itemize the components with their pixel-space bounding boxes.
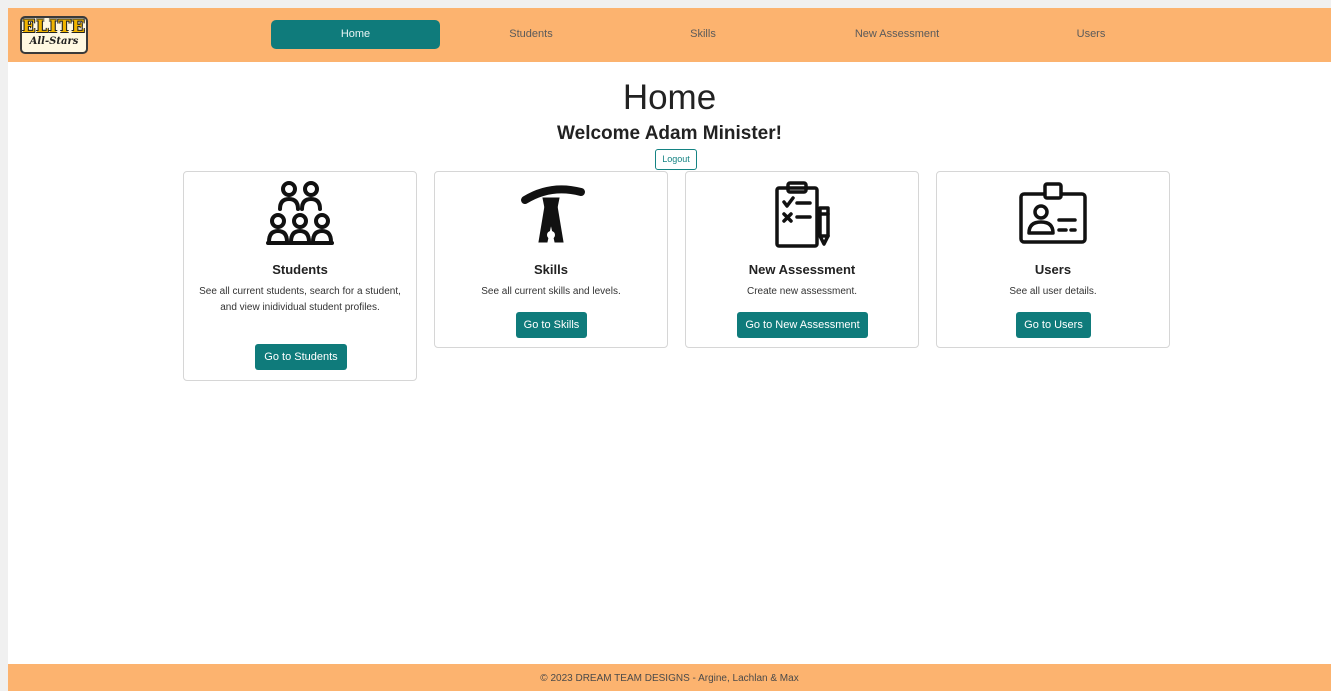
skills-card-description: See all current skills and levels. — [481, 286, 621, 297]
gymnast-handstand-icon — [435, 178, 667, 256]
students-card-description: See all current students, search for a s… — [199, 286, 401, 313]
app-window: ELITE All-Stars Home Students Skills New… — [8, 8, 1331, 691]
logo-wordmark: ELITE — [22, 17, 86, 37]
footer-copyright: © 2023 DREAM TEAM DESIGNS - Argine, Lach… — [540, 673, 799, 684]
students-group-icon — [184, 178, 416, 256]
new-assessment-card: New Assessment Create new assessment. Go… — [685, 171, 919, 348]
students-card: Students See all current students, searc… — [183, 171, 417, 381]
page-title: Home — [622, 78, 717, 117]
users-card-description: See all user details. — [1009, 286, 1097, 297]
go-to-students-button[interactable]: Go to Students — [255, 344, 347, 370]
go-to-skills-button[interactable]: Go to Skills — [516, 312, 587, 338]
logo-subtitle: All-Stars — [29, 36, 79, 47]
users-card: Users See all user details. Go to Users — [936, 171, 1170, 348]
logout-button[interactable]: Logout — [655, 149, 697, 170]
new-assessment-card-description: Create new assessment. — [746, 286, 858, 297]
nav-new-assessment[interactable]: New Assessment — [837, 20, 957, 49]
go-to-users-button[interactable]: Go to Users — [1016, 312, 1091, 338]
top-navbar: ELITE All-Stars Home Students Skills New… — [8, 8, 1331, 62]
elite-all-stars-logo[interactable]: ELITE All-Stars — [20, 16, 88, 54]
clipboard-checklist-icon — [686, 178, 918, 256]
go-to-new-assessment-button[interactable]: Go to New Assessment — [737, 312, 868, 338]
footer: © 2023 DREAM TEAM DESIGNS - Argine, Lach… — [8, 664, 1331, 691]
students-card-title: Students — [272, 262, 328, 277]
nav-home[interactable]: Home — [271, 20, 440, 49]
users-card-title: Users — [1034, 262, 1072, 277]
nav-students[interactable]: Students — [481, 20, 581, 49]
skills-card-title: Skills — [534, 262, 568, 277]
nav-skills[interactable]: Skills — [668, 20, 738, 49]
skills-card: Skills See all current skills and levels… — [434, 171, 668, 348]
new-assessment-card-title: New Assessment — [748, 262, 856, 277]
welcome-message: Welcome Adam Minister! — [557, 123, 782, 144]
id-badge-icon — [937, 178, 1169, 256]
nav-users[interactable]: Users — [1058, 20, 1124, 49]
